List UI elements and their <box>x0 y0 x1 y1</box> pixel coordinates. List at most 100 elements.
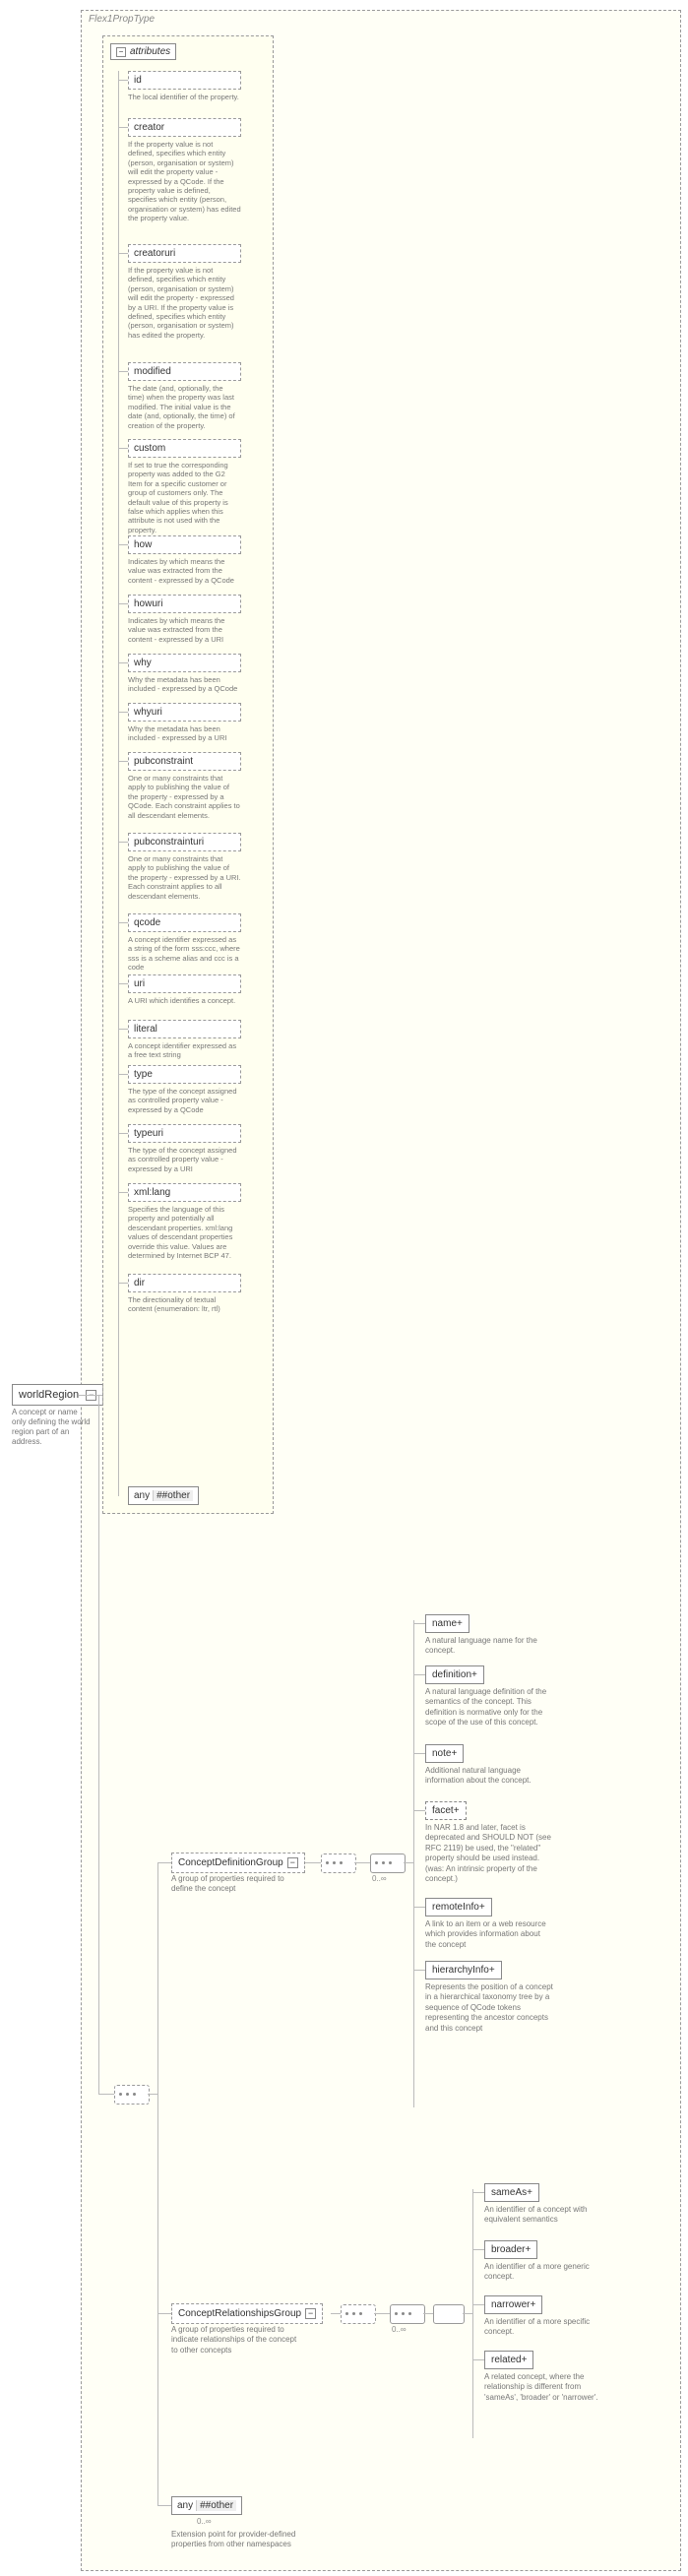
expand-icon[interactable]: + <box>479 1902 485 1913</box>
element-remoteInfo[interactable]: remoteInfo+ <box>425 1898 492 1916</box>
group-desc: A group of properties required to indica… <box>171 2325 299 2356</box>
element-desc: In NAR 1.8 and later, facet is deprecate… <box>425 1823 553 1884</box>
element-label: related <box>491 2355 522 2365</box>
attr-howuri[interactable]: howuriIndicates by which means the value… <box>128 595 241 644</box>
connector <box>157 2505 171 2506</box>
connector <box>118 1192 128 1193</box>
attr-custom[interactable]: custom If set to true the corresponding p… <box>128 439 241 534</box>
connector <box>118 1283 128 1284</box>
attr-label: pubconstraint <box>128 752 241 771</box>
expand-icon[interactable]: + <box>451 1748 457 1759</box>
connector <box>472 2359 484 2360</box>
attr-id[interactable]: idThe local identifier of the property. <box>128 71 241 101</box>
connector <box>404 1862 413 1863</box>
element-desc: A link to an item or a web resource whic… <box>425 1919 553 1950</box>
any-other-attr[interactable]: any##other <box>128 1486 199 1505</box>
attr-creatoruri[interactable]: creatoruriIf the property value is not d… <box>128 244 241 340</box>
expand-icon[interactable]: − <box>305 2308 316 2319</box>
attr-typeuri[interactable]: typeuriThe type of the concept assigned … <box>128 1124 241 1173</box>
element-hierarchyInfo[interactable]: hierarchyInfo+ <box>425 1961 502 1979</box>
extension-any[interactable]: any##other <box>171 2496 242 2515</box>
attr-modified[interactable]: modifiedThe date (and, optionally, the t… <box>128 362 241 430</box>
attr-pubconstraint[interactable]: pubconstraintOne or many constraints tha… <box>128 752 241 820</box>
element-note[interactable]: note+ <box>425 1744 464 1763</box>
sequence <box>341 2304 376 2324</box>
attr-label: how <box>128 535 241 554</box>
cardinality: 0..∞ <box>197 2517 212 2526</box>
attr-spine <box>118 71 119 1496</box>
expand-icon[interactable]: + <box>527 2187 532 2198</box>
expand-icon[interactable]: + <box>454 1805 460 1816</box>
expand-icon[interactable]: + <box>530 2299 535 2310</box>
attr-xml-lang[interactable]: xml:langSpecifies the language of this p… <box>128 1183 241 1260</box>
expand-icon[interactable]: + <box>489 1965 495 1976</box>
connector <box>463 2313 472 2314</box>
attr-why[interactable]: whyWhy the metadata has been included - … <box>128 654 241 694</box>
attr-pubconstrainturi[interactable]: pubconstrainturiOne or many constraints … <box>128 833 241 901</box>
connector <box>148 2094 157 2095</box>
concept-relationships-group[interactable]: ConceptRelationshipsGroup− <box>171 2303 323 2324</box>
connector <box>413 1970 425 1971</box>
any-label: any <box>134 1490 150 1501</box>
connector <box>118 712 128 713</box>
expand-icon[interactable]: + <box>471 1669 477 1680</box>
attr-label: custom <box>128 439 241 458</box>
cardinality: 0..∞ <box>392 2325 407 2334</box>
connector <box>331 2313 341 2314</box>
element-label: name <box>432 1618 457 1629</box>
connector <box>118 80 128 81</box>
attr-qcode[interactable]: qcodeA concept identifier expressed as a… <box>128 913 241 973</box>
attr-label: typeuri <box>128 1124 241 1143</box>
element-label: hierarchyInfo <box>432 1965 489 1976</box>
expand-icon[interactable]: + <box>522 2355 528 2365</box>
element-related[interactable]: related+ <box>484 2351 533 2369</box>
expand-icon[interactable]: + <box>525 2244 531 2255</box>
attr-desc: A concept identifier expressed as a free… <box>128 1041 241 1060</box>
attr-desc: If the property value is not defined, sp… <box>128 140 241 222</box>
sequence <box>390 2304 425 2324</box>
attr-type[interactable]: typeThe type of the concept assigned as … <box>128 1065 241 1114</box>
attr-desc: The type of the concept assigned as cont… <box>128 1087 241 1114</box>
type-label: Flex1PropType <box>89 14 155 25</box>
connector <box>413 1810 425 1811</box>
attr-how[interactable]: howIndicates by which means the value wa… <box>128 535 241 585</box>
sequence <box>114 2085 150 2105</box>
connector <box>118 922 128 923</box>
attr-creator[interactable]: creatorIf the property value is not defi… <box>128 118 241 222</box>
choice <box>433 2304 465 2324</box>
element-name[interactable]: name+ <box>425 1614 469 1633</box>
element-sameAs[interactable]: sameAs+ <box>484 2183 539 2202</box>
connector <box>413 1623 425 1624</box>
cdg-spine <box>413 1620 414 2107</box>
connector <box>374 2313 390 2314</box>
element-label: narrower <box>491 2299 530 2310</box>
element-desc: An identifier of a more generic concept. <box>484 2262 612 2283</box>
attr-literal[interactable]: literalA concept identifier expressed as… <box>128 1020 241 1060</box>
attributes-header[interactable]: −attributes <box>110 43 176 60</box>
sequence <box>321 1853 356 1873</box>
attr-desc: If set to true the corresponding propert… <box>128 461 241 534</box>
attr-dir[interactable]: dirThe directionality of textual content… <box>128 1274 241 1314</box>
element-label: note <box>432 1748 451 1759</box>
attr-desc: Specifies the language of this property … <box>128 1205 241 1260</box>
attr-uri[interactable]: uriA URI which identifies a concept. <box>128 974 241 1005</box>
element-broader[interactable]: broader+ <box>484 2240 537 2259</box>
element-desc: A natural language name for the concept. <box>425 1636 553 1657</box>
expand-icon[interactable]: − <box>287 1857 298 1868</box>
attr-whyuri[interactable]: whyuriWhy the metadata has been included… <box>128 703 241 743</box>
attr-label: uri <box>128 974 241 993</box>
group-label: ConceptDefinitionGroup <box>178 1857 283 1868</box>
element-facet[interactable]: facet+ <box>425 1801 467 1820</box>
element-narrower[interactable]: narrower+ <box>484 2295 542 2314</box>
element-definition[interactable]: definition+ <box>425 1665 484 1684</box>
concept-definition-group[interactable]: ConceptDefinitionGroup− <box>171 1853 305 1873</box>
attr-desc: A concept identifier expressed as a stri… <box>128 935 241 973</box>
connector <box>118 662 128 663</box>
element-desc: A natural language definition of the sem… <box>425 1687 553 1728</box>
expand-icon[interactable]: + <box>457 1618 463 1629</box>
root-element-label: worldRegion <box>19 1389 79 1401</box>
connector <box>413 1907 425 1908</box>
connector <box>157 1862 171 1863</box>
connector <box>472 2192 484 2193</box>
attr-desc: Why the metadata has been included - exp… <box>128 675 241 694</box>
